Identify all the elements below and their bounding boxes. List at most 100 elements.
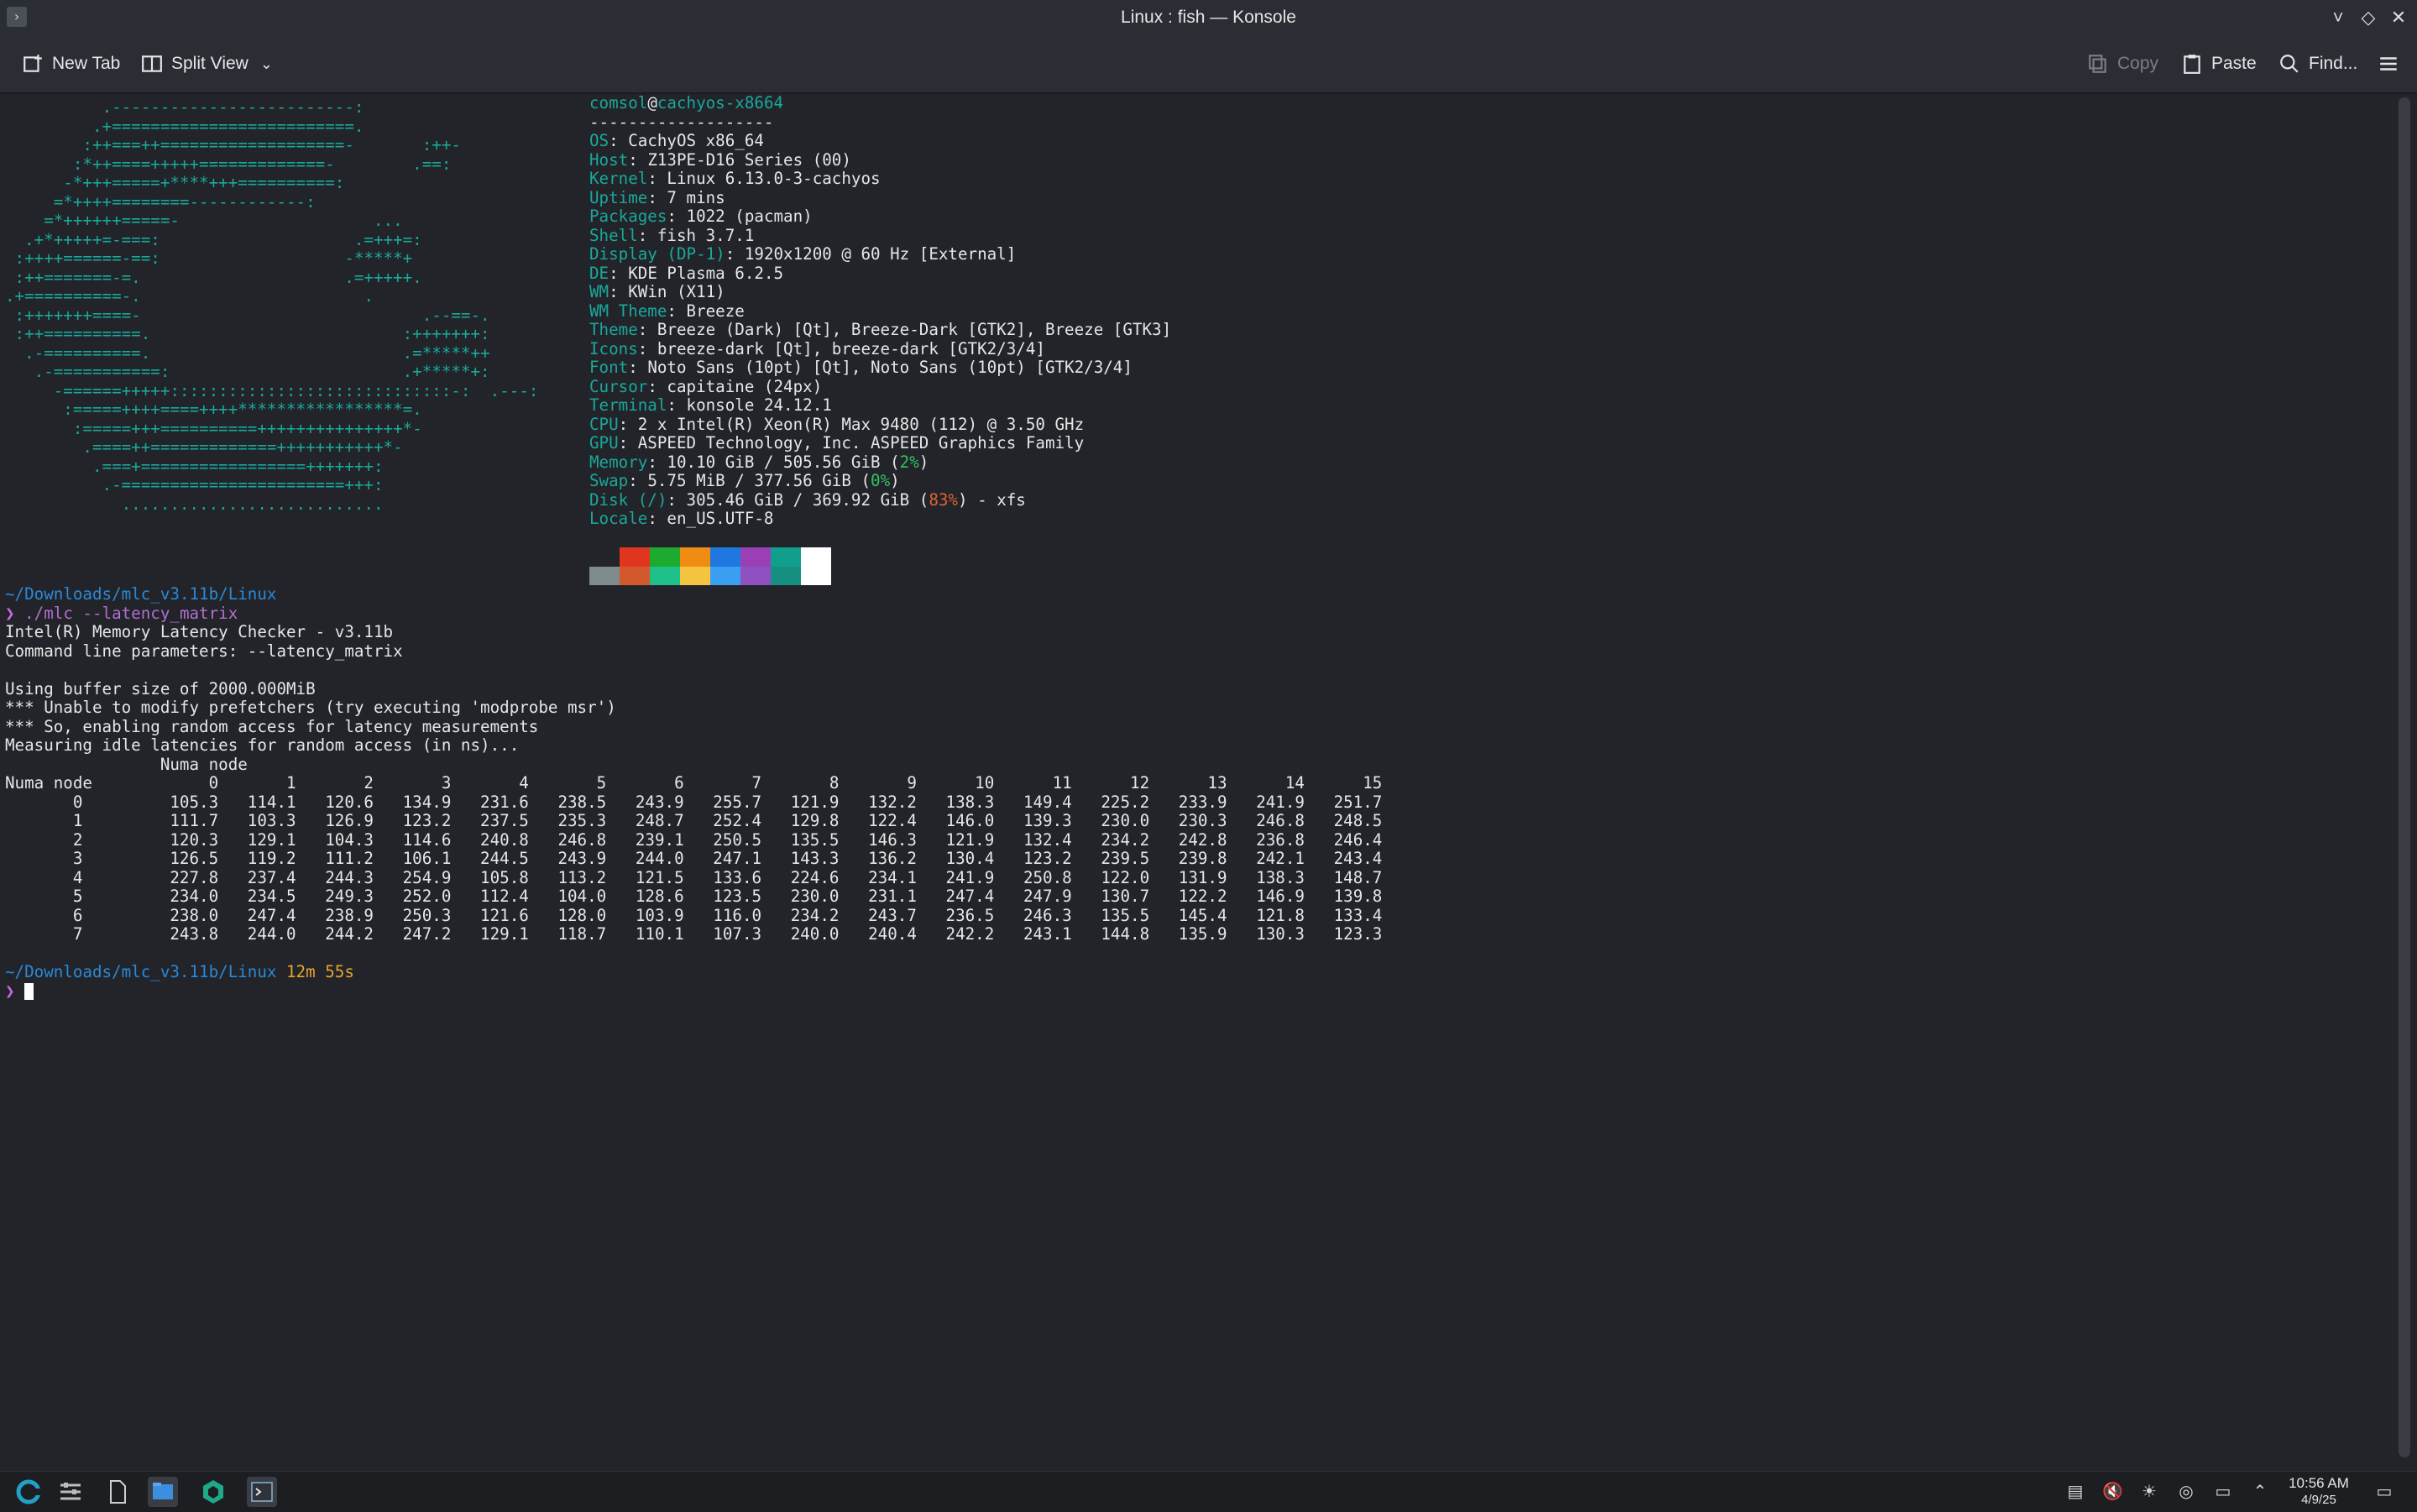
clipboard-icon[interactable]: ▤ — [2065, 1482, 2085, 1502]
matrix-row: 3 126.5 119.2 111.2 106.1 244.5 243.9 24… — [5, 849, 1383, 868]
palette-swatch — [589, 566, 620, 585]
matrix-row: 2 120.3 129.1 104.3 114.6 240.8 246.8 23… — [5, 829, 1383, 850]
document-icon[interactable] — [102, 1477, 133, 1507]
matrix-row: 4 227.8 237.4 244.3 254.9 105.8 113.2 12… — [5, 867, 1383, 887]
separator-line: ------------------- — [589, 112, 774, 132]
matrix-row: 6 238.0 247.4 238.9 250.3 121.6 128.0 10… — [5, 905, 1383, 925]
sysinfo-row: Kernel: Linux 6.13.0-3-cachyos — [589, 169, 881, 188]
ascii-art-line: ........................... — [5, 494, 384, 514]
hamburger-menu-icon — [2380, 57, 2397, 71]
palette-swatch — [710, 547, 740, 567]
sysinfo-row: Packages: 1022 (pacman) — [589, 207, 813, 226]
sysinfo-row: Terminal: konsole 24.12.1 — [589, 395, 832, 415]
active-prompt[interactable]: ❯ — [5, 981, 34, 1002]
output-line: Using buffer size of 2000.000MiB — [5, 678, 316, 698]
copy-label: Copy — [2117, 54, 2159, 73]
ascii-art-line: :=====++++====++++*****************=. — [5, 400, 422, 419]
app-launcher-icon[interactable] — [13, 1477, 44, 1507]
sysinfo-row: Display (DP-1): 1920x1200 @ 60 Hz [Exter… — [589, 244, 1017, 264]
ascii-art-line: =*++++========------------: — [5, 191, 316, 212]
palette-swatch — [771, 547, 801, 567]
chevron-down-icon[interactable]: ⌄ — [260, 47, 273, 81]
matrix-row: 1 111.7 103.3 126.9 123.2 237.5 235.3 24… — [5, 811, 1383, 830]
sysinfo-row: OS: CachyOS x86_64 — [589, 131, 764, 150]
package-manager-icon[interactable] — [198, 1477, 228, 1507]
ascii-art-line: :++==========. :+++++++: — [5, 324, 490, 343]
ascii-art-line: .-===========: .+*****+: — [5, 362, 490, 381]
scrollbar[interactable] — [2394, 94, 2417, 1471]
paste-label: Paste — [2211, 54, 2257, 73]
sysinfo-row: Theme: Breeze (Dark) [Qt], Breeze-Dark [… — [589, 320, 1172, 339]
split-view-icon — [142, 55, 162, 72]
terminal-view[interactable]: .-------------------------: .+==========… — [0, 94, 2394, 1471]
sysinfo-row: Uptime: 7 mins — [589, 187, 725, 207]
sysinfo-row: Icons: breeze-dark [Qt], breeze-dark [GT… — [589, 338, 1045, 358]
brightness-icon[interactable]: ☀ — [2139, 1482, 2159, 1502]
matrix-row: 5 234.0 234.5 249.3 252.0 112.4 104.0 12… — [5, 887, 1383, 906]
clock-date: 4/9/25 — [2301, 1493, 2336, 1507]
output-line: Measuring idle latencies for random acce… — [5, 735, 520, 755]
ascii-art-line: :+++++++====- .--==-. — [5, 305, 490, 325]
output-line: *** Unable to modify prefetchers (try ex… — [5, 698, 616, 717]
sysinfo-row: Shell: fish 3.7.1 — [589, 225, 755, 245]
ascii-art-line: -======+++++::::::::::::::::::::::::::::… — [5, 380, 539, 400]
palette-swatch — [801, 566, 831, 585]
split-view-label: Split View — [171, 54, 249, 73]
file-manager-icon[interactable] — [148, 1477, 178, 1507]
sysinfo-row: Cursor: capitaine (24px) — [589, 376, 823, 396]
display-icon[interactable]: ▭ — [2213, 1482, 2233, 1502]
new-tab-icon — [24, 55, 42, 72]
scrollbar-thumb[interactable] — [2399, 97, 2410, 1457]
user-host-line: comsol@cachyos-x8664 — [589, 94, 784, 112]
system-settings-icon[interactable] — [55, 1477, 86, 1507]
paste-button[interactable]: Paste — [2181, 47, 2257, 81]
volume-muted-icon[interactable]: 🔇 — [2102, 1482, 2123, 1502]
maximize-button[interactable]: ◇ — [2356, 5, 2381, 30]
locale-line: Locale: en_US.UTF-8 — [589, 509, 774, 528]
memory-line: Memory: 10.10 GiB / 505.56 GiB (2%) — [589, 452, 929, 472]
palette-swatch — [620, 566, 650, 585]
ascii-art-line: .====++=============+++++++++++*- — [5, 437, 403, 457]
split-view-button[interactable]: Split View ⌄ — [141, 47, 273, 81]
ascii-art-line: .-=======================+++: — [5, 475, 384, 494]
ascii-art-line: -*+++=====+****+++==========: — [5, 173, 345, 192]
hamburger-menu-button[interactable] — [2378, 47, 2408, 81]
palette-swatch — [771, 566, 801, 585]
title-bar: › Linux : fish — Konsole ˅ ◇ ✕ — [0, 0, 2417, 35]
sysinfo-row: CPU: 2 x Intel(R) Xeon(R) Max 9480 (112)… — [589, 414, 1085, 434]
taskbar: ▤ 🔇 ☀ ◎ ▭ ⌃ 10:56 AM 4/9/25 ▭ — [0, 1471, 2417, 1512]
ascii-art-line: .+=========================. — [5, 116, 364, 136]
tray-expand-icon[interactable]: ⌃ — [2250, 1482, 2270, 1502]
find-button[interactable]: Find... — [2278, 47, 2357, 81]
palette-swatch — [801, 547, 831, 567]
clock-time: 10:56 AM — [2289, 1475, 2349, 1491]
sysinfo-row: Font: Noto Sans (10pt) [Qt], Noto Sans (… — [589, 358, 1133, 377]
find-label: Find... — [2309, 54, 2358, 73]
ascii-art-line: .===+=================+++++++: — [5, 456, 384, 476]
show-desktop-icon[interactable]: ▭ — [2374, 1482, 2394, 1502]
toolbar: New Tab Split View ⌄ Copy Paste Find... — [0, 35, 2417, 94]
clock[interactable]: 10:56 AM 4/9/25 — [2277, 1475, 2361, 1509]
matrix-row: 0 105.3 114.1 120.6 134.9 231.6 238.5 24… — [5, 792, 1383, 812]
output-line: Intel(R) Memory Latency Checker - v3.11b — [5, 622, 394, 641]
ascii-art-line: .-==========. .=*****++ — [5, 343, 490, 363]
ascii-art-line: =*++++++=====- ... — [5, 211, 403, 230]
palette-swatch — [650, 547, 680, 567]
close-button[interactable]: ✕ — [2386, 5, 2411, 30]
ascii-art-line: :++++======-==: -*****+ — [5, 249, 413, 268]
prompt-path: ~/Downloads/mlc_v3.11b/Linux — [5, 584, 277, 604]
konsole-taskbar-icon[interactable] — [247, 1477, 277, 1507]
matrix-header-row: Numa node 0 1 2 3 4 5 6 7 8 9 10 11 12 1… — [5, 773, 1383, 793]
matrix-header-top: Numa node — [5, 754, 248, 774]
sysinfo-row: WM: KWin (X11) — [589, 282, 725, 301]
copy-icon — [2089, 55, 2106, 73]
network-icon[interactable]: ◎ — [2176, 1482, 2196, 1502]
minimize-button[interactable]: ˅ — [2325, 5, 2351, 30]
copy-button[interactable]: Copy — [2087, 47, 2158, 81]
ascii-art-line: .+==========-. . — [5, 286, 374, 306]
palette-swatch — [650, 566, 680, 585]
prompt-line-2: ~/Downloads/mlc_v3.11b/Linux 12m 55s — [5, 962, 354, 981]
sysinfo-row: WM Theme: Breeze — [589, 301, 745, 321]
new-tab-button[interactable]: New Tab — [22, 47, 120, 81]
window-title: Linux : fish — Konsole — [1121, 8, 1296, 27]
